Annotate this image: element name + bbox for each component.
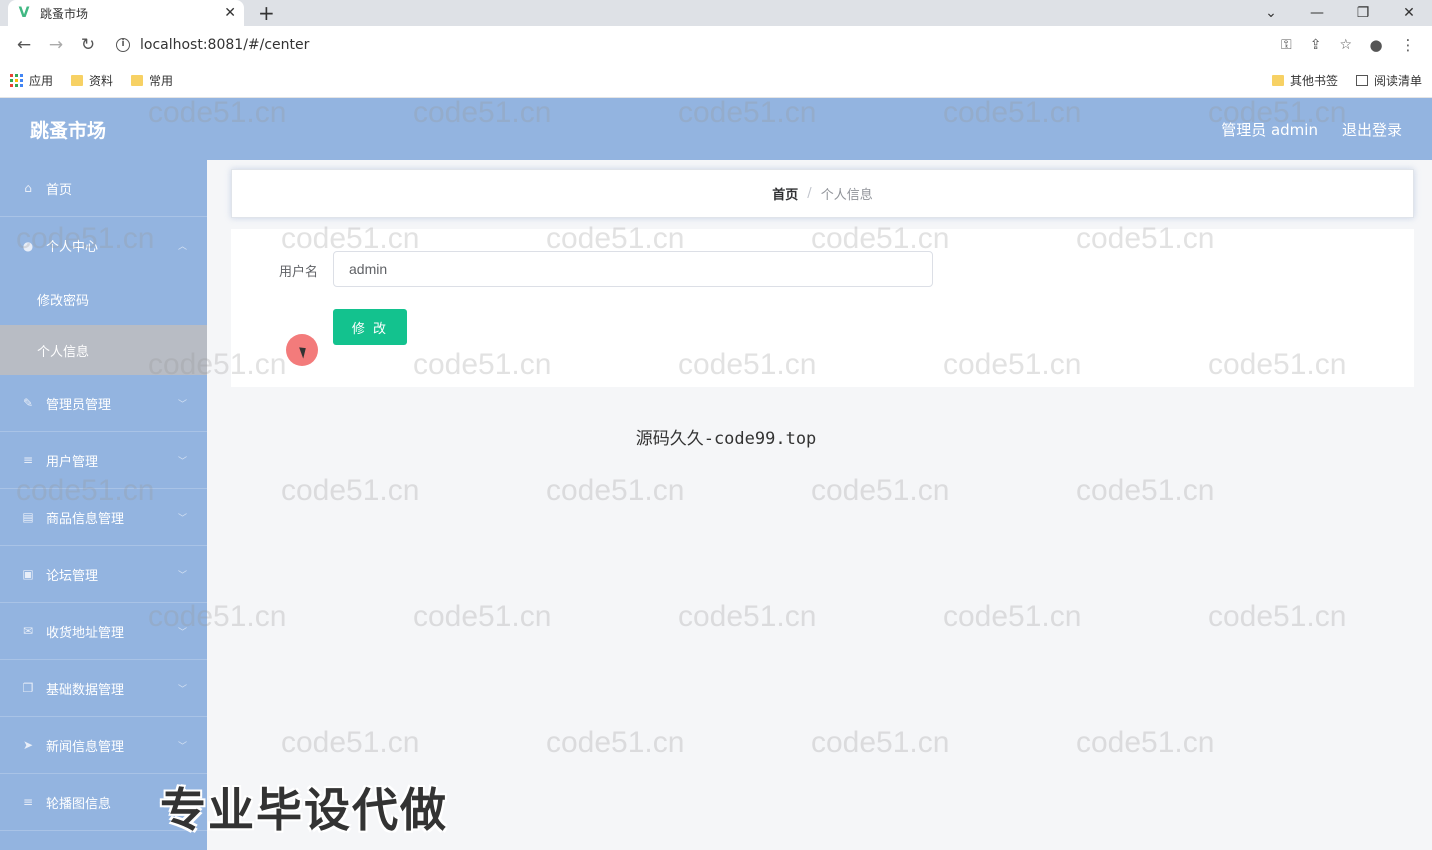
tab-title: 跳蚤市场 [40,6,89,21]
window-close-icon[interactable]: ✕ [1386,0,1432,26]
bookmark-folder-ziliao[interactable]: 资料 [71,72,113,89]
url-text: localhost:8081/#/center [140,37,310,53]
app-title: 跳蚤市场 [30,119,107,142]
reading-list[interactable]: 阅读清单 [1355,72,1422,89]
main-content: 首页 / 个人信息 用户名 修 改 源码久久-code99.top [207,160,1432,850]
apps-grid-icon [10,74,23,87]
bookmark-folder-changyong[interactable]: 常用 [131,72,173,89]
menu-icon: ≡ [22,453,34,467]
chevron-up-icon: ︿ [177,242,187,252]
doc-icon: ▤ [22,510,34,524]
folder-icon [71,75,84,86]
reload-icon[interactable]: ↻ [72,31,104,59]
breadcrumb-home[interactable]: 首页 [772,184,798,203]
chevron-down-icon: ﹀ [177,513,187,524]
breadcrumb: 首页 / 个人信息 [231,169,1414,218]
pen-icon: ✎ [22,396,34,410]
chevron-down-icon: ﹀ [177,399,187,410]
sidebar-item-address-management[interactable]: ✉ 收货地址管理 ﹀ [0,603,207,660]
vue-logo-icon: V [18,5,30,21]
url-field[interactable]: i localhost:8081/#/center ⚿ ⇪ ☆ [108,31,1360,59]
sidebar-item-home[interactable]: ⌂ 首页 [0,160,207,217]
logout-link[interactable]: 退出登录 [1342,119,1402,140]
send-icon: ➤ [22,738,34,752]
reading-list-icon [1355,75,1368,86]
home-icon: ⌂ [24,181,32,195]
key-icon[interactable]: ⚿ [1281,37,1292,53]
breadcrumb-separator: / [807,186,812,201]
minimize-icon[interactable]: — [1294,0,1340,26]
breadcrumb-current: 个人信息 [820,188,873,203]
address-bar: ← → ↻ i localhost:8081/#/center ⚿ ⇪ ☆ ● … [0,26,1432,64]
bookmarks-bar: 应用 资料 常用 其他书签 阅读清单 [0,64,1432,98]
restore-icon[interactable]: ❐ [1340,0,1386,26]
update-button[interactable]: 修 改 [333,309,407,345]
menu-icon: ≡ [22,795,34,809]
sidebar-item-goods-management[interactable]: ▤ 商品信息管理 ﹀ [0,489,207,546]
sidebar-item-news-management[interactable]: ➤ 新闻信息管理 ﹀ [0,717,207,774]
chevron-down-icon: ﹀ [177,741,187,752]
username-input[interactable] [333,251,933,287]
bookmark-other[interactable]: 其他书签 [1271,72,1338,89]
profile-icon[interactable]: ● [1360,36,1392,54]
sidebar-item-forum-management[interactable]: ▣ 论坛管理 ﹀ [0,546,207,603]
sidebar-subitem-change-password[interactable]: 修改密码 [0,274,207,325]
sidebar-subitem-personal-info[interactable]: 个人信息 [0,325,207,375]
mail-icon: ✉ [22,624,34,638]
chevron-down-icon: ﹀ [177,456,187,467]
new-tab-icon[interactable]: + [258,2,275,24]
close-tab-icon[interactable]: ✕ [224,5,236,21]
chart-icon: ▣ [22,567,34,581]
chevron-down-icon: ﹀ [177,570,187,581]
user-icon: ● [22,238,34,253]
chevron-down-icon: ﹀ [177,684,187,695]
browser-tab[interactable]: V 跳蚤市场 ✕ [8,0,244,26]
bookmark-apps[interactable]: 应用 [10,72,53,89]
footer-text: 源码久久-code99.top [635,429,817,449]
app-header: 跳蚤市场 管理员 admin 退出登录 [0,98,1432,160]
share-icon[interactable]: ⇪ [1310,37,1322,53]
site-info-icon[interactable]: i [116,38,130,52]
sidebar-item-user-management[interactable]: ≡ 用户管理 ﹀ [0,432,207,489]
sidebar: ⌂ 首页 ● 个人中心 ︿ 修改密码 个人信息 ✎ 管理员管理 ﹀ ≡ 用户管理… [0,160,207,850]
sidebar-item-basic-data-management[interactable]: ❐ 基础数据管理 ﹀ [0,660,207,717]
copy-icon: ❐ [22,681,34,695]
folder-icon [131,75,144,86]
window-controls: ⌄ — ❐ ✕ [1248,0,1432,26]
chevron-down-icon: ﹀ [177,627,187,638]
username-label: 用户名 [279,265,319,280]
more-menu-icon[interactable]: ⋮ [1392,36,1424,54]
sidebar-item-admin-management[interactable]: ✎ 管理员管理 ﹀ [0,375,207,432]
star-icon[interactable]: ☆ [1339,37,1352,53]
folder-icon [1271,75,1284,86]
forward-icon[interactable]: → [40,31,72,59]
tab-search-icon[interactable]: ⌄ [1248,0,1294,26]
personal-info-form: 用户名 修 改 [231,229,1414,387]
current-user: 管理员 admin [1221,120,1318,139]
back-icon[interactable]: ← [8,31,40,59]
browser-tabbar: V 跳蚤市场 ✕ + ⌄ — ❐ ✕ [0,0,1432,26]
sidebar-item-personal-center[interactable]: ● 个人中心 ︿ [0,217,207,274]
banner-watermark: 专业毕设代做 [160,783,448,837]
